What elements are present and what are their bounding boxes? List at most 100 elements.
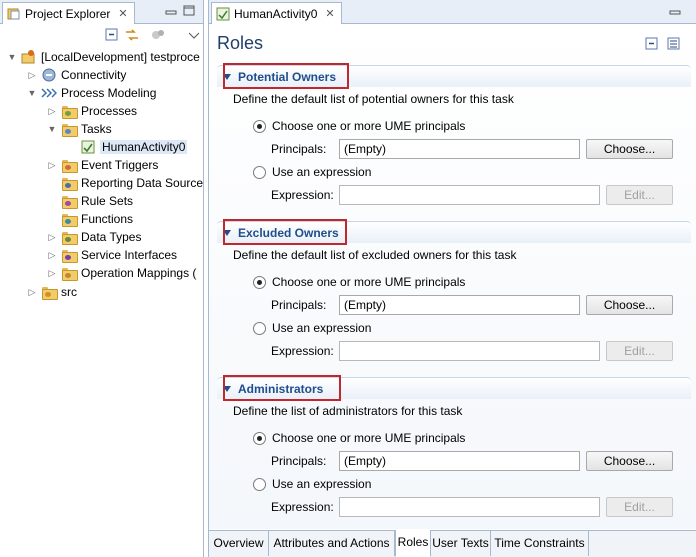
tree-item-humanactivity0[interactable]: HumanActivity0 bbox=[80, 138, 188, 156]
expand-all-sections-icon[interactable] bbox=[667, 37, 681, 51]
edit-button[interactable]: Edit... bbox=[606, 497, 673, 517]
project-explorer-view: Project Explorer ✕ ▼ [LocalDevelopment] … bbox=[0, 0, 204, 557]
editor-minimize-icon[interactable] bbox=[669, 5, 681, 16]
section-administrators: Administrators Define the list of admini… bbox=[217, 375, 691, 525]
leaf-spacer bbox=[46, 213, 58, 225]
tree-item-label: [LocalDevelopment] testproce bbox=[41, 50, 200, 64]
tab-overview[interactable]: Overview bbox=[209, 531, 269, 556]
expression-input[interactable] bbox=[339, 497, 600, 517]
collapse-arrow-icon[interactable]: ▷ bbox=[26, 286, 38, 298]
principals-input[interactable]: (Empty) bbox=[339, 139, 580, 159]
expression-label: Expression: bbox=[271, 500, 334, 514]
tree-item-label: Reporting Data Source bbox=[81, 176, 204, 190]
radio-use-expression[interactable]: Use an expression bbox=[253, 477, 371, 491]
filter-icon[interactable] bbox=[150, 28, 166, 42]
section-description: Define the list of administrators for th… bbox=[233, 404, 463, 418]
choose-button[interactable]: Choose... bbox=[586, 451, 673, 471]
edit-button[interactable]: Edit... bbox=[606, 185, 673, 205]
tree-item-label: Processes bbox=[81, 104, 138, 118]
radio-choose-principals[interactable]: Choose one or more UME principals bbox=[253, 431, 465, 445]
collapse-all-sections-icon[interactable] bbox=[645, 37, 659, 51]
radio-button[interactable] bbox=[253, 477, 266, 491]
radio-button-selected[interactable] bbox=[253, 275, 266, 289]
tree-item-event-triggers[interactable]: ▷ Event Triggers bbox=[46, 156, 158, 174]
radio-choose-principals[interactable]: Choose one or more UME principals bbox=[253, 119, 465, 133]
explorer-tab-bar: Project Explorer ✕ bbox=[0, 0, 203, 24]
choose-button[interactable]: Choose... bbox=[586, 139, 673, 159]
close-icon[interactable]: ✕ bbox=[325, 7, 334, 20]
collapse-arrow-icon[interactable]: ▷ bbox=[26, 69, 38, 81]
collapse-arrow-icon[interactable]: ▷ bbox=[46, 159, 58, 171]
collapse-arrow-icon[interactable]: ▷ bbox=[46, 231, 58, 243]
collapse-arrow-icon[interactable]: ▷ bbox=[46, 105, 58, 117]
radio-button[interactable] bbox=[253, 165, 266, 179]
edit-button[interactable]: Edit... bbox=[606, 341, 673, 361]
radio-button-selected[interactable] bbox=[253, 119, 266, 133]
principals-label: Principals: bbox=[271, 142, 327, 156]
tree-item-label: Service Interfaces bbox=[81, 248, 178, 262]
maximize-icon[interactable] bbox=[183, 5, 195, 16]
tree-item-project[interactable]: ▼ [LocalDevelopment] testproce bbox=[6, 48, 200, 66]
choose-button[interactable]: Choose... bbox=[586, 295, 673, 315]
tree-item-operation-mappings[interactable]: ▷ Operation Mappings ( bbox=[46, 264, 196, 282]
humanactivity-editor: HumanActivity0 ✕ Roles Potential Owners … bbox=[208, 0, 696, 557]
tree-item-label: Event Triggers bbox=[81, 158, 159, 172]
collapse-arrow-icon[interactable]: ▷ bbox=[46, 249, 58, 261]
radio-label: Use an expression bbox=[272, 321, 372, 335]
principals-label: Principals: bbox=[271, 298, 327, 312]
process-modeling-icon bbox=[41, 85, 58, 101]
connectivity-icon bbox=[41, 67, 57, 83]
folder-icon bbox=[61, 211, 78, 227]
expression-input[interactable] bbox=[339, 341, 600, 361]
expand-arrow-icon[interactable]: ▼ bbox=[26, 87, 38, 99]
expression-input[interactable] bbox=[339, 185, 600, 205]
tree-item-reporting-data-source[interactable]: Reporting Data Source bbox=[46, 174, 203, 192]
human-activity-icon bbox=[216, 7, 230, 21]
minimize-icon[interactable] bbox=[165, 5, 177, 16]
tree-item-service-interfaces[interactable]: ▷ Service Interfaces bbox=[46, 246, 177, 264]
radio-use-expression[interactable]: Use an expression bbox=[253, 321, 371, 335]
tab-user-texts[interactable]: User Texts bbox=[431, 531, 491, 556]
tree-item-data-types[interactable]: ▷ Data Types bbox=[46, 228, 141, 246]
expand-arrow-icon[interactable]: ▼ bbox=[6, 51, 18, 63]
radio-button-selected[interactable] bbox=[253, 431, 266, 445]
expand-arrow-icon[interactable]: ▼ bbox=[46, 123, 58, 135]
expression-label: Expression: bbox=[271, 188, 334, 202]
highlight-box bbox=[223, 63, 349, 89]
editor-tab-humanactivity0[interactable]: HumanActivity0 ✕ bbox=[211, 2, 342, 24]
tree-item-processes[interactable]: ▷ Processes bbox=[46, 102, 137, 120]
collapse-all-icon[interactable] bbox=[104, 28, 120, 42]
folder-open-icon bbox=[61, 121, 78, 137]
section-description: Define the default list of potential own… bbox=[233, 92, 514, 106]
tree-item-tasks[interactable]: ▼ Tasks bbox=[46, 120, 112, 138]
radio-choose-principals[interactable]: Choose one or more UME principals bbox=[253, 275, 465, 289]
principals-input[interactable]: (Empty) bbox=[339, 451, 580, 471]
view-menu-icon[interactable] bbox=[186, 28, 202, 42]
tab-time-constraints[interactable]: Time Constraints bbox=[491, 531, 589, 556]
human-activity-icon bbox=[80, 139, 96, 155]
tree-item-connectivity[interactable]: ▷ Connectivity bbox=[26, 66, 127, 84]
project-explorer-tab[interactable]: Project Explorer ✕ bbox=[2, 2, 135, 24]
tree-item-process-modeling[interactable]: ▼ Process Modeling bbox=[26, 84, 157, 102]
collapse-arrow-icon[interactable]: ▷ bbox=[46, 267, 58, 279]
principals-input[interactable]: (Empty) bbox=[339, 295, 580, 315]
radio-use-expression[interactable]: Use an expression bbox=[253, 165, 371, 179]
leaf-spacer bbox=[46, 195, 58, 207]
tab-roles[interactable]: Roles bbox=[395, 530, 431, 557]
folder-icon bbox=[61, 265, 78, 281]
tree-item-label: Connectivity bbox=[61, 68, 127, 82]
principals-label: Principals: bbox=[271, 454, 327, 468]
tree-item-functions[interactable]: Functions bbox=[46, 210, 133, 228]
link-with-editor-icon[interactable] bbox=[124, 28, 140, 42]
tab-attributes-and-actions[interactable]: Attributes and Actions bbox=[269, 531, 395, 556]
radio-label: Choose one or more UME principals bbox=[272, 431, 466, 445]
close-icon[interactable]: ✕ bbox=[118, 7, 127, 20]
project-explorer-tab-label: Project Explorer bbox=[25, 6, 111, 21]
tree-item-src[interactable]: ▷ src bbox=[26, 283, 77, 301]
tree-item-label: Tasks bbox=[81, 122, 112, 136]
radio-button[interactable] bbox=[253, 321, 266, 335]
tree-item-rule-sets[interactable]: Rule Sets bbox=[46, 192, 133, 210]
explorer-toolbar bbox=[0, 24, 203, 46]
radio-label: Use an expression bbox=[272, 477, 372, 491]
tree-item-label: Process Modeling bbox=[61, 86, 157, 100]
